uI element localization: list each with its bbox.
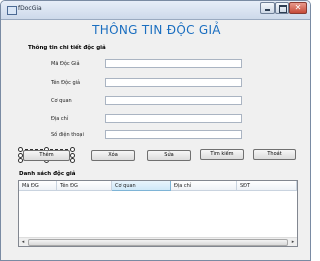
reader-id-input[interactable] — [105, 59, 242, 68]
horizontal-scrollbar[interactable]: ◂ ▸ — [19, 237, 297, 246]
reader-name-input[interactable] — [105, 78, 242, 87]
minimize-button[interactable] — [260, 2, 275, 14]
page-title: THÔNG TIN ĐỘC GIẢ — [92, 23, 221, 37]
column-header-organization[interactable]: Cơ quan — [112, 181, 171, 191]
column-header-address[interactable]: Địa chỉ — [171, 181, 237, 191]
readers-table[interactable]: Mã ĐG Tên ĐG Cơ quan Địa chỉ SĐT ◂ ▸ — [18, 180, 298, 247]
app-window: fDocGia ✕ THÔNG TIN ĐỘC GIẢ Thông tin ch… — [0, 0, 311, 261]
address-label: Địa chỉ — [51, 116, 69, 122]
window-title: fDocGia — [18, 5, 42, 12]
column-header-reader-name[interactable]: Tên ĐG — [57, 181, 112, 191]
close-icon: ✕ — [294, 3, 302, 12]
column-header-phone[interactable]: SĐT — [237, 181, 297, 191]
column-header-reader-id[interactable]: Mã ĐG — [19, 181, 57, 191]
address-input[interactable] — [105, 114, 242, 123]
edit-button[interactable]: Sửa — [147, 150, 191, 161]
details-section-label: Thông tin chi tiết độc giả — [28, 45, 106, 51]
phone-input[interactable] — [105, 130, 242, 139]
maximize-button[interactable] — [275, 2, 289, 14]
scroll-right-icon[interactable]: ▸ — [289, 238, 297, 246]
reader-id-label: Mã Độc Giả — [51, 61, 80, 67]
organization-input[interactable] — [105, 96, 242, 105]
maximize-icon — [279, 5, 287, 13]
phone-label: Số điện thoại — [51, 132, 84, 138]
scroll-left-icon[interactable]: ◂ — [19, 238, 27, 246]
resize-handle[interactable] — [70, 147, 75, 152]
delete-button[interactable]: Xóa — [91, 150, 135, 161]
minimize-icon — [265, 9, 270, 11]
organization-label: Cơ quan — [51, 98, 72, 104]
table-header: Mã ĐG Tên ĐG Cơ quan Địa chỉ SĐT — [19, 181, 297, 191]
scroll-thumb[interactable] — [28, 239, 288, 246]
reader-name-label: Tên Độc giả — [51, 80, 81, 86]
search-button[interactable]: Tìm kiếm — [200, 149, 244, 160]
resize-handle[interactable] — [70, 158, 75, 163]
list-section-label: Danh sách độc giả — [19, 171, 76, 177]
add-button[interactable]: Thêm — [23, 150, 70, 161]
app-icon — [7, 6, 17, 15]
exit-button[interactable]: Thoát — [253, 149, 296, 160]
title-bar[interactable]: fDocGia ✕ — [1, 1, 310, 20]
close-button[interactable]: ✕ — [289, 2, 307, 14]
